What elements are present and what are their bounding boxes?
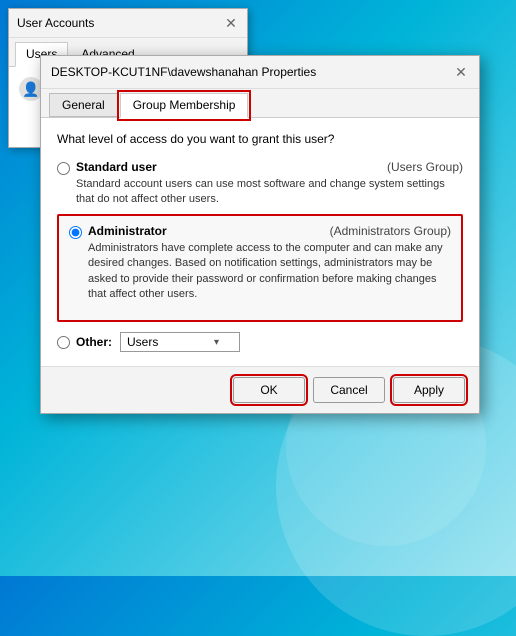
inner-close-button[interactable]: ✕	[453, 64, 469, 80]
admin-label-area: Administrator (Administrators Group) Adm…	[88, 224, 451, 303]
other-label[interactable]: Other:	[76, 335, 112, 349]
apply-button[interactable]: Apply	[393, 377, 465, 403]
administrator-label[interactable]: Administrator	[88, 224, 167, 238]
tab-general[interactable]: General	[49, 93, 118, 117]
access-question: What level of access do you want to gran…	[57, 132, 463, 146]
inner-titlebar: DESKTOP-KCUT1NF\davewshanahan Properties…	[41, 56, 479, 89]
administrator-description: Administrators have complete access to t…	[88, 241, 451, 303]
other-dropdown-value: Users	[127, 335, 158, 349]
outer-window-title: User Accounts	[17, 16, 94, 30]
other-dropdown[interactable]: Users ▾	[120, 332, 240, 352]
inner-window-title: DESKTOP-KCUT1NF\davewshanahan Properties	[51, 65, 316, 79]
standard-description: Standard account users can use most soft…	[76, 177, 463, 208]
administrator-option: Administrator (Administrators Group) Adm…	[69, 224, 451, 303]
outer-titlebar: User Accounts ✕	[9, 9, 247, 38]
administrator-option-box: Administrator (Administrators Group) Adm…	[57, 214, 463, 323]
administrator-radio[interactable]	[69, 226, 82, 239]
standard-user-option: Standard user (Users Group) Standard acc…	[57, 160, 463, 208]
ok-button[interactable]: OK	[233, 377, 305, 403]
standard-label-area: Standard user (Users Group) Standard acc…	[76, 160, 463, 208]
admin-radio-row: Administrator (Administrators Group)	[88, 224, 451, 238]
standard-user-radio[interactable]	[57, 162, 70, 175]
inner-body: What level of access do you want to gran…	[41, 118, 479, 366]
cancel-button[interactable]: Cancel	[313, 377, 385, 403]
standard-user-label[interactable]: Standard user	[76, 160, 157, 174]
other-radio[interactable]	[57, 336, 70, 349]
standard-group-label: (Users Group)	[387, 160, 463, 174]
dialog-footer: OK Cancel Apply	[41, 366, 479, 413]
other-option-row: Other: Users ▾	[57, 332, 463, 352]
admin-group-label: (Administrators Group)	[330, 224, 451, 238]
properties-dialog: DESKTOP-KCUT1NF\davewshanahan Properties…	[40, 55, 480, 414]
outer-close-button[interactable]: ✕	[223, 15, 239, 31]
dropdown-arrow-icon: ▾	[214, 337, 219, 348]
tab-group-membership[interactable]: Group Membership	[120, 93, 249, 118]
standard-radio-row: Standard user (Users Group)	[76, 160, 463, 174]
inner-tabs: General Group Membership	[41, 89, 479, 118]
